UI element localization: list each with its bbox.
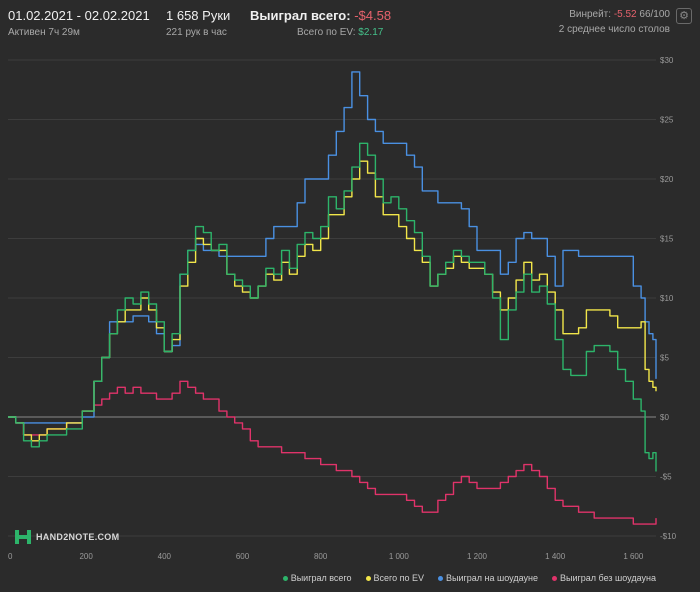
legend-label: Выиграл на шоудауне bbox=[446, 573, 538, 583]
showdown-line bbox=[8, 71, 657, 424]
y-tick-label: $0 bbox=[660, 413, 669, 422]
legend: Выиграл всего Всего по EV Выиграл на шоу… bbox=[282, 573, 656, 583]
y-tick-label: -$10 bbox=[660, 532, 677, 541]
legend-dot bbox=[282, 575, 288, 581]
non-showdown-line bbox=[8, 380, 657, 525]
x-tick-label: 0 bbox=[8, 552, 13, 561]
y-tick-label: $20 bbox=[660, 175, 674, 184]
y-tick-label: $10 bbox=[660, 294, 674, 303]
y-tick-label: $25 bbox=[660, 116, 674, 125]
x-tick-label: 1 000 bbox=[389, 552, 410, 561]
x-tick-label: 1 200 bbox=[467, 552, 488, 561]
legend-item-showdown[interactable]: Выиграл на шоудауне bbox=[438, 573, 538, 583]
won-total-line bbox=[8, 142, 657, 472]
watermark-text: HAND2NOTE.COM bbox=[36, 532, 120, 542]
graph-chart: $30 $25 $20 $15 $10 $5 $0 -$5 -$10 0 200 400 600 800 1… bbox=[8, 56, 677, 561]
x-tick-label: 1 400 bbox=[545, 552, 566, 561]
x-tick-label: 1 600 bbox=[623, 552, 644, 561]
x-tick-label: 800 bbox=[314, 552, 328, 561]
x-tick-label: 400 bbox=[158, 552, 172, 561]
x-tick-label: 200 bbox=[79, 552, 93, 561]
legend-label: Всего по EV bbox=[373, 573, 425, 583]
legend-label: Выиграл без шоудауна bbox=[560, 573, 656, 583]
legend-dot bbox=[365, 575, 371, 581]
legend-item-won-total[interactable]: Выиграл всего bbox=[282, 573, 352, 583]
y-tick-label: -$5 bbox=[660, 473, 672, 482]
y-tick-label: $15 bbox=[660, 235, 674, 244]
legend-dot bbox=[552, 575, 557, 581]
y-tick-label: $5 bbox=[660, 354, 669, 363]
x-tick-label: 600 bbox=[236, 552, 250, 561]
legend-item-non-showdown[interactable]: Выиграл без шоудауна bbox=[552, 573, 656, 583]
hand2note-logo-icon bbox=[15, 530, 31, 544]
watermark: HAND2NOTE.COM bbox=[14, 529, 119, 545]
legend-item-ev[interactable]: Всего по EV bbox=[365, 573, 425, 583]
legend-label: Выиграл всего bbox=[290, 573, 352, 583]
legend-dot bbox=[438, 575, 444, 581]
y-tick-label: $30 bbox=[660, 56, 674, 65]
